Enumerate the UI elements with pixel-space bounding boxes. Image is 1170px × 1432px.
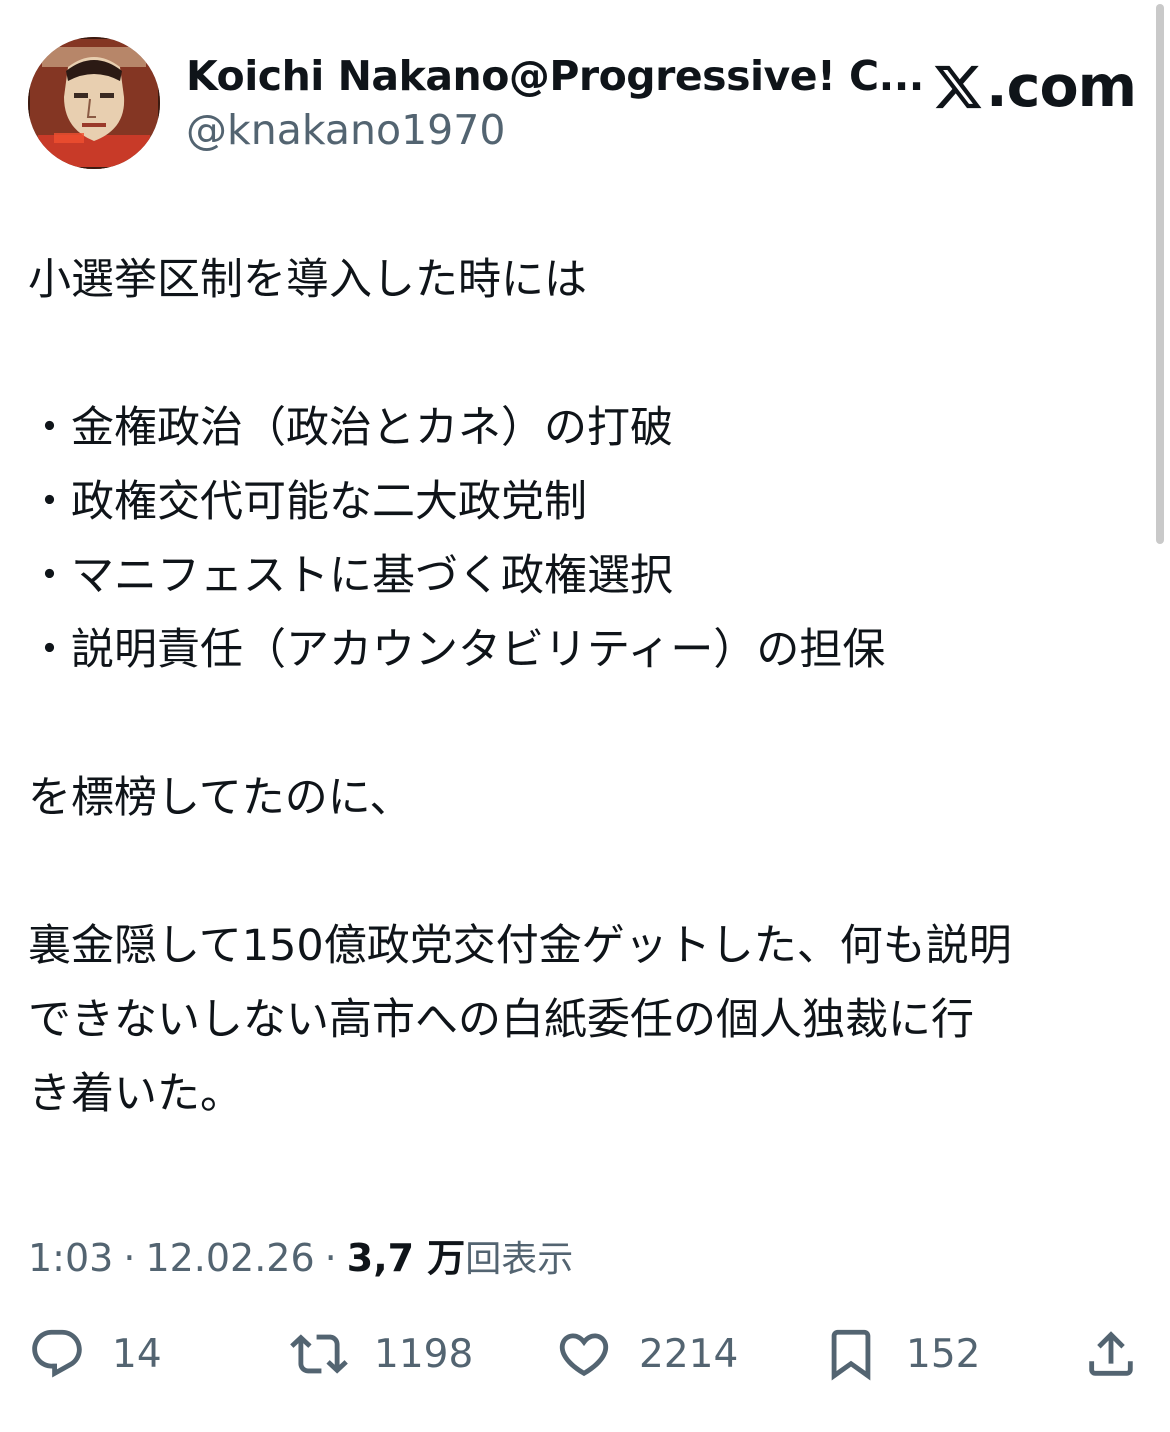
tweet-date[interactable]: 12.02.26 <box>145 1236 314 1280</box>
bookmark-icon <box>831 1329 871 1381</box>
reply-icon <box>32 1329 82 1378</box>
views-label: 回表示 <box>465 1239 574 1280</box>
meta-separator: · <box>324 1236 337 1280</box>
tweet-line: ・金権政治（政治とカネ）の打破 <box>28 403 673 453</box>
bookmark-button[interactable]: 152 <box>822 1318 980 1390</box>
tweet-line: 裏金隠して150億政党交付金ゲットした、何も説明 <box>28 921 1012 971</box>
repost-button[interactable]: 1198 <box>290 1318 473 1390</box>
tweet-text: 小選挙区制を導入した時には・金権政治（政治とカネ）の打破 ・政権交代可能な二大政党… <box>28 243 1138 1131</box>
repost-icon <box>290 1334 348 1374</box>
like-button[interactable]: 2214 <box>555 1318 738 1390</box>
author-name[interactable]: Koichi Nakano@Progressive! C... <box>186 52 924 100</box>
like-count: 2214 <box>639 1331 739 1377</box>
tweet-meta: 1:03 · 12.02.26 · 3,7 万 回表示 <box>28 1227 573 1282</box>
tweet-blank-line <box>28 687 1138 761</box>
tweet-line: を標榜してたのに、 <box>28 773 413 823</box>
avatar[interactable] <box>28 37 160 169</box>
tweet-line: ・マニフェストに基づく政権選択 <box>28 551 673 601</box>
scrollbar[interactable] <box>1156 4 1164 544</box>
tweet-line: できないしない高市への白紙委任の個人独裁に行 <box>28 995 974 1045</box>
share-button[interactable] <box>1082 1318 1140 1390</box>
brand: .com <box>932 53 1137 120</box>
author-handle[interactable]: @knakano1970 <box>186 106 505 154</box>
tweet-blank-line <box>28 835 1138 909</box>
avatar-image <box>28 37 160 169</box>
meta-separator: · <box>123 1236 136 1280</box>
repost-count: 1198 <box>374 1331 474 1377</box>
tweet-blank-line <box>28 317 1138 391</box>
like-icon <box>559 1333 609 1377</box>
tweet-line: ・説明責任（アカウンタビリティー）の担保 <box>28 625 886 675</box>
views-count: 3,7 万 <box>346 1236 466 1280</box>
brand-text: .com <box>986 53 1137 120</box>
share-icon <box>1089 1331 1133 1376</box>
tweet-line: き着いた。 <box>28 1069 243 1119</box>
x-logo-icon <box>934 65 982 109</box>
reply-button[interactable]: 14 <box>28 1318 162 1390</box>
bookmark-count: 152 <box>906 1331 981 1377</box>
reply-count: 14 <box>112 1331 162 1377</box>
tweet-time[interactable]: 1:03 <box>28 1236 113 1280</box>
tweet-line: 小選挙区制を導入した時には <box>28 255 587 305</box>
tweet-line: ・政権交代可能な二大政党制 <box>28 477 587 527</box>
action-bar: 14 1198 2214 152 <box>0 1318 1170 1390</box>
